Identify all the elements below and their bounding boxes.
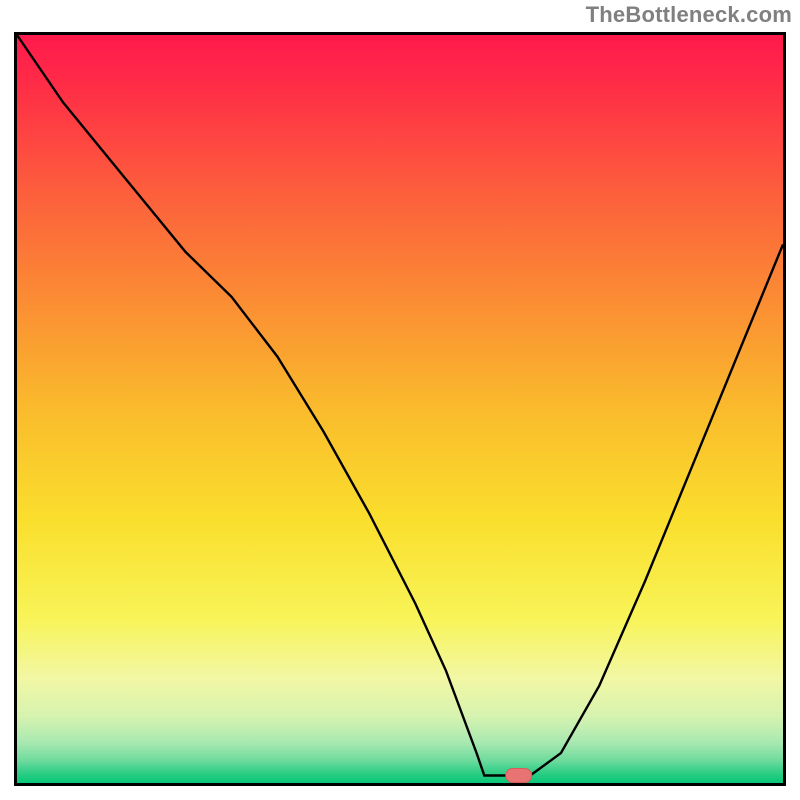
gradient-background — [17, 35, 783, 783]
bottleneck-chart: TheBottleneck.com — [0, 0, 800, 800]
watermark-text: TheBottleneck.com — [586, 2, 792, 28]
plot-area — [14, 32, 786, 786]
optimal-point-marker — [506, 769, 532, 783]
plot-svg — [17, 35, 783, 783]
